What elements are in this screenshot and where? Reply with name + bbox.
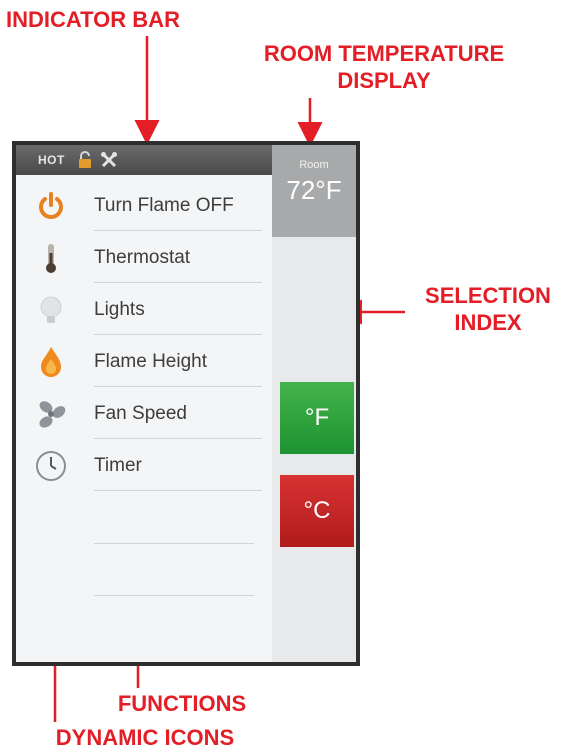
callout-dynamic-icons: DYNAMIC ICONS xyxy=(55,725,235,750)
callout-selection-line2: INDEX xyxy=(454,310,522,335)
light-bulb-icon xyxy=(34,293,68,327)
fan-icon xyxy=(34,397,68,431)
callout-selection-index: SELECTION INDEX xyxy=(404,282,572,336)
menu-item-fan-speed[interactable]: Fan Speed xyxy=(16,387,272,439)
function-menu: Turn Flame OFF Thermostat Lights Flame H… xyxy=(16,175,272,662)
room-label: Room xyxy=(299,159,329,171)
divider xyxy=(94,490,262,491)
menu-item-label: Lights xyxy=(94,299,145,320)
room-temperature-display: Room 72°F xyxy=(272,145,356,237)
indicator-bar: HOT xyxy=(16,145,272,175)
menu-item-label: Timer xyxy=(94,455,142,476)
tools-icon[interactable] xyxy=(100,151,118,174)
menu-item-label: Turn Flame OFF xyxy=(94,195,234,216)
thermostat-screen: HOT Turn Flame OFF Thermostat Lights Fla… xyxy=(12,141,360,666)
menu-item-timer[interactable]: Timer xyxy=(16,439,272,491)
status-text: HOT xyxy=(38,153,65,167)
menu-item-label: Flame Height xyxy=(94,351,207,372)
menu-item-flame-height[interactable]: Flame Height xyxy=(16,335,272,387)
callout-room-temperature: ROOM TEMPERATURE DISPLAY xyxy=(224,40,544,94)
callout-indicator-bar: INDICATOR BAR xyxy=(6,7,180,32)
divider xyxy=(94,595,254,596)
room-temperature: 72°F xyxy=(286,175,342,205)
celsius-button[interactable]: °C xyxy=(280,475,354,547)
callout-selection-line1: SELECTION xyxy=(425,283,551,308)
lock-icon xyxy=(76,151,94,174)
menu-item-thermostat[interactable]: Thermostat xyxy=(16,231,272,283)
thermometer-icon xyxy=(34,241,68,275)
callout-functions: FUNCTIONS xyxy=(117,691,247,716)
flame-icon xyxy=(34,345,68,379)
clock-icon xyxy=(34,449,68,483)
selection-index: Room 72°F °F °C xyxy=(272,145,356,662)
callout-room-temperature-line1: ROOM TEMPERATURE xyxy=(263,41,505,66)
menu-item-label: Thermostat xyxy=(94,247,191,268)
callout-room-temperature-line2: DISPLAY xyxy=(337,68,431,93)
fahrenheit-button[interactable]: °F xyxy=(280,382,354,454)
power-icon xyxy=(34,189,68,223)
menu-item-label: Fan Speed xyxy=(94,403,187,424)
menu-item-lights[interactable]: Lights xyxy=(16,283,272,335)
divider xyxy=(94,543,254,544)
menu-item-turn-flame-off[interactable]: Turn Flame OFF xyxy=(16,179,272,231)
